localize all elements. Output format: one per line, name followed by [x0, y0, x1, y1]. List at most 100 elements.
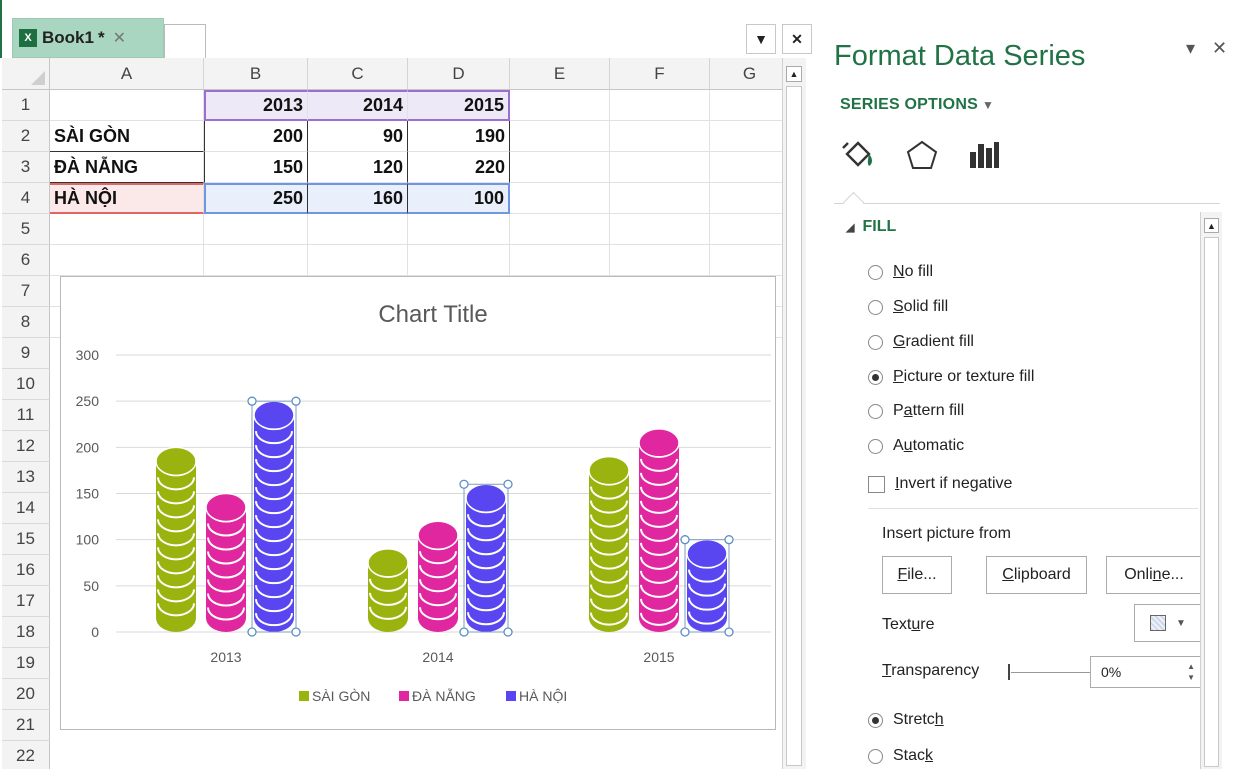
column-header-f[interactable]: F [610, 58, 710, 90]
row-header-11[interactable]: 11 [2, 400, 50, 431]
cell-f5[interactable] [610, 214, 710, 245]
cell-f4[interactable] [610, 183, 710, 214]
bar-2-1[interactable] [465, 483, 507, 632]
cell-g3[interactable] [710, 152, 782, 183]
selection-handle[interactable] [680, 627, 690, 637]
scrollbar-thumb[interactable] [786, 86, 802, 766]
row-header-6[interactable]: 6 [2, 245, 50, 276]
cell-a4[interactable]: HÀ NỘI [50, 183, 204, 214]
cell-c6[interactable] [308, 245, 408, 276]
cell-f1[interactable] [610, 90, 710, 121]
cell-e1[interactable] [510, 90, 610, 121]
scroll-up-arrow-icon[interactable]: ▲ [1204, 218, 1219, 233]
cell-a5[interactable] [50, 214, 204, 245]
pane-scrollbar[interactable]: ▲ [1200, 212, 1222, 769]
selection-handle[interactable] [459, 479, 469, 489]
column-header-a[interactable]: A [50, 58, 204, 90]
window-menu-button[interactable]: ▼ [746, 24, 776, 54]
cell-d5[interactable] [408, 214, 510, 245]
spin-arrows-icon[interactable]: ▲ ▼ [1187, 661, 1195, 683]
transparency-input[interactable]: 0% ▲ ▼ [1090, 656, 1202, 688]
fill-option-radio-5[interactable]: Au tomatic [868, 434, 964, 458]
legend-swatch[interactable] [399, 691, 409, 701]
column-header-c[interactable]: C [308, 58, 408, 90]
fill-option-radio-1[interactable]: Solid fill [868, 295, 948, 319]
cell-d3[interactable]: 220 [408, 152, 510, 183]
cell-b6[interactable] [204, 245, 308, 276]
cell-e3[interactable] [510, 152, 610, 183]
row-header-3[interactable]: 3 [2, 152, 50, 183]
cell-c4[interactable]: 160 [308, 183, 408, 214]
close-tab-icon[interactable]: ✕ [113, 28, 126, 48]
selection-handle[interactable] [680, 535, 690, 545]
cell-a2[interactable]: SÀI GÒN [50, 121, 204, 152]
document-tab[interactable]: X Book1 * ✕ [12, 18, 164, 58]
bar-0-1[interactable] [367, 548, 409, 632]
vertical-scrollbar[interactable]: ▲ [782, 58, 806, 769]
bar-2-0[interactable] [253, 400, 295, 632]
cell-c1[interactable]: 2014 [308, 90, 408, 121]
online-button[interactable]: Onli n e... [1106, 556, 1202, 594]
cell-b2[interactable]: 200 [204, 121, 308, 152]
row-header-13[interactable]: 13 [2, 462, 50, 493]
transparency-slider-track[interactable] [1011, 672, 1095, 673]
fill-option-radio-3[interactable]: Picture or texture fill [868, 365, 1034, 389]
selection-handle[interactable] [503, 627, 513, 637]
cell-b1[interactable]: 2013 [204, 90, 308, 121]
pentagon-icon[interactable] [902, 136, 942, 176]
legend-entry[interactable]: SÀI GÒN [312, 688, 370, 704]
row-header-21[interactable]: 21 [2, 710, 50, 741]
bar-chart-icon[interactable] [964, 136, 1004, 176]
cell-d6[interactable] [408, 245, 510, 276]
chart-object[interactable]: Chart Title 0 50 100 150 200 250 300 2013 2014 201… [60, 276, 776, 730]
column-header-g[interactable]: G [710, 58, 782, 90]
cell-c3[interactable]: 120 [308, 152, 408, 183]
cell-e4[interactable] [510, 183, 610, 214]
invert-if-negative-checkbox[interactable]: Invert if negative [868, 472, 1012, 496]
row-header-16[interactable]: 16 [2, 555, 50, 586]
cell-f6[interactable] [610, 245, 710, 276]
row-header-8[interactable]: 8 [2, 307, 50, 338]
select-all-corner[interactable] [2, 58, 50, 90]
pane-options-icon[interactable]: ▾ [1186, 38, 1195, 59]
row-header-17[interactable]: 17 [2, 586, 50, 617]
cell-d1[interactable]: 2015 [408, 90, 510, 121]
selection-handle[interactable] [724, 535, 734, 545]
fill-section-header[interactable]: ◢ FILL [846, 218, 896, 236]
row-header-12[interactable]: 12 [2, 431, 50, 462]
column-header-e[interactable]: E [510, 58, 610, 90]
cell-a3[interactable]: ĐÀ NẴNG [50, 152, 204, 183]
row-header-14[interactable]: 14 [2, 493, 50, 524]
bar-1-0[interactable] [205, 492, 247, 633]
bar-2-2[interactable] [686, 538, 728, 632]
selection-handle[interactable] [291, 396, 301, 406]
column-header-b[interactable]: B [204, 58, 308, 90]
scroll-up-arrow-icon[interactable]: ▲ [786, 66, 802, 82]
cell-f2[interactable] [610, 121, 710, 152]
cell-d2[interactable]: 190 [408, 121, 510, 152]
cell-g1[interactable] [710, 90, 782, 121]
cell-b4[interactable]: 250 [204, 183, 308, 214]
row-header-9[interactable]: 9 [2, 338, 50, 369]
cell-g4[interactable] [710, 183, 782, 214]
selection-handle[interactable] [459, 627, 469, 637]
selection-handle[interactable] [503, 479, 513, 489]
cell-b3[interactable]: 150 [204, 152, 308, 183]
legend-entry[interactable]: ĐÀ NẴNG [412, 688, 476, 704]
cell-b5[interactable] [204, 214, 308, 245]
row-header-20[interactable]: 20 [2, 679, 50, 710]
cell-a1[interactable] [50, 90, 204, 121]
bar-0-0[interactable] [155, 446, 197, 632]
legend-swatch[interactable] [299, 691, 309, 701]
cell-e6[interactable] [510, 245, 610, 276]
row-header-15[interactable]: 15 [2, 524, 50, 555]
row-header-2[interactable]: 2 [2, 121, 50, 152]
window-close-button[interactable]: ✕ [782, 24, 812, 54]
bar-1-2[interactable] [638, 428, 680, 632]
cell-g2[interactable] [710, 121, 782, 152]
cell-a6[interactable] [50, 245, 204, 276]
new-tab-button[interactable] [164, 24, 206, 58]
row-header-18[interactable]: 18 [2, 617, 50, 648]
stack-radio[interactable]: Stac k [868, 744, 933, 768]
row-header-22[interactable]: 22 [2, 741, 50, 769]
